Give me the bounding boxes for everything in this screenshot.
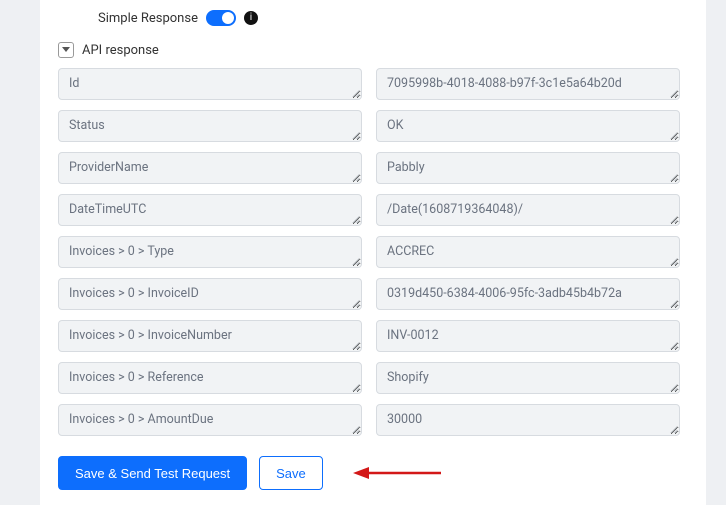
arrow-left-icon bbox=[353, 465, 443, 481]
response-key-field[interactable]: Invoices > 0 > InvoiceID bbox=[58, 278, 362, 310]
response-value-field[interactable]: Shopify bbox=[376, 362, 680, 394]
simple-response-row: Simple Response i bbox=[58, 8, 688, 34]
response-value-field[interactable]: OK bbox=[376, 110, 680, 142]
simple-response-label: Simple Response bbox=[98, 11, 198, 26]
simple-response-toggle[interactable] bbox=[206, 10, 236, 26]
response-key-field[interactable]: Invoices > 0 > AmountDue bbox=[58, 404, 362, 436]
response-row: ProviderName Pabbly bbox=[58, 152, 680, 184]
response-key-field[interactable]: ProviderName bbox=[58, 152, 362, 184]
response-row: Invoices > 0 > Type ACCREC bbox=[58, 236, 680, 268]
response-value-field[interactable]: 0319d450-6384-4006-95fc-3adb45b4b72a bbox=[376, 278, 680, 310]
response-row: Invoices > 0 > AmountDue 30000 bbox=[58, 404, 680, 436]
response-card: Simple Response i API response Id 709599… bbox=[40, 0, 706, 505]
response-key-field[interactable]: Invoices > 0 > InvoiceNumber bbox=[58, 320, 362, 352]
response-key-field[interactable]: Invoices > 0 > Reference bbox=[58, 362, 362, 394]
response-row: Id 7095998b-4018-4088-b97f-3c1e5a64b20d bbox=[58, 68, 680, 100]
response-row: Invoices > 0 > InvoiceID 0319d450-6384-4… bbox=[58, 278, 680, 310]
response-scroll-area[interactable]: Id 7095998b-4018-4088-b97f-3c1e5a64b20d … bbox=[58, 68, 688, 446]
response-key-field[interactable]: Invoices > 0 > Type bbox=[58, 236, 362, 268]
response-value-field[interactable]: /Date(1608719364048)/ bbox=[376, 194, 680, 226]
response-row: Invoices > 0 > InvoiceNumber INV-0012 bbox=[58, 320, 680, 352]
save-send-test-button[interactable]: Save & Send Test Request bbox=[58, 456, 247, 490]
chevron-down-icon[interactable] bbox=[58, 42, 74, 58]
api-response-label: API response bbox=[82, 43, 159, 58]
response-row: Invoices > 0 > Reference Shopify bbox=[58, 362, 680, 394]
response-value-field[interactable]: 30000 bbox=[376, 404, 680, 436]
response-key-field[interactable]: Id bbox=[58, 68, 362, 100]
response-value-field[interactable]: Pabbly bbox=[376, 152, 680, 184]
button-row: Save & Send Test Request Save bbox=[58, 446, 688, 490]
response-row: Status OK bbox=[58, 110, 680, 142]
api-response-header: API response bbox=[58, 34, 688, 68]
response-key-field[interactable]: DateTimeUTC bbox=[58, 194, 362, 226]
response-value-field[interactable]: 7095998b-4018-4088-b97f-3c1e5a64b20d bbox=[376, 68, 680, 100]
response-value-field[interactable]: INV-0012 bbox=[376, 320, 680, 352]
response-row: DateTimeUTC /Date(1608719364048)/ bbox=[58, 194, 680, 226]
save-button[interactable]: Save bbox=[259, 456, 323, 490]
info-icon[interactable]: i bbox=[244, 11, 258, 25]
response-key-field[interactable]: Status bbox=[58, 110, 362, 142]
response-value-field[interactable]: ACCREC bbox=[376, 236, 680, 268]
